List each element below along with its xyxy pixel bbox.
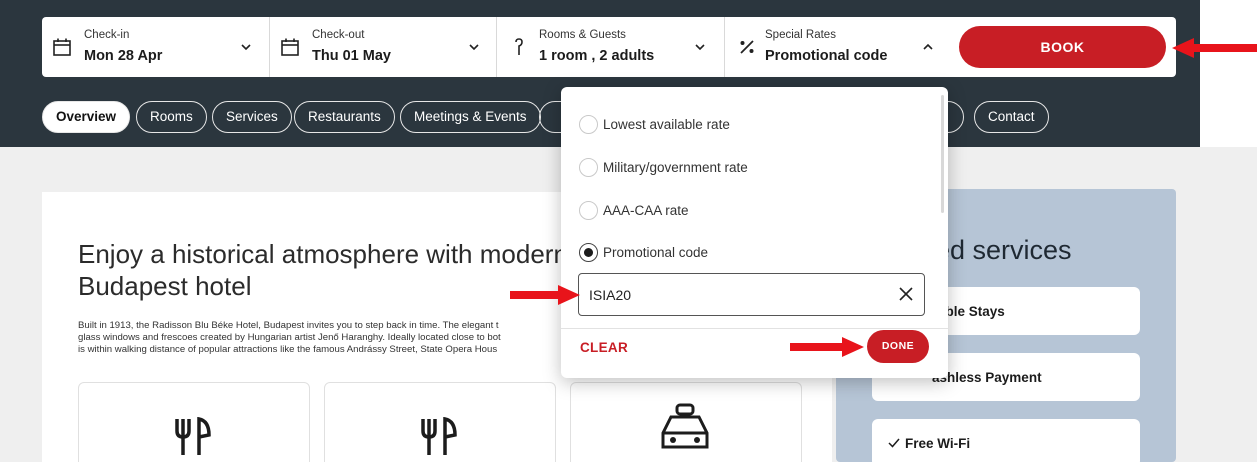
special-rates-dropdown: Lowest available rate Military/governmen… (561, 87, 948, 378)
person-icon (515, 38, 523, 55)
radio-button[interactable] (579, 115, 598, 134)
tab-rooms[interactable]: Rooms (136, 101, 207, 133)
checkin-value: Mon 28 Apr (84, 48, 163, 64)
calendar-icon (281, 38, 299, 56)
chevron-down-icon (695, 44, 705, 51)
checkout-label: Check-out (312, 29, 365, 41)
rooms-guests-value: 1 room , 2 adults (539, 48, 655, 64)
checkin-field[interactable]: Check-in Mon 28 Apr (42, 17, 270, 77)
tab-restaurants[interactable]: Restaurants (294, 101, 395, 133)
percent-icon (740, 40, 754, 54)
tab-meetings-events[interactable]: Meetings & Events (400, 101, 541, 133)
dropdown-scrollbar[interactable] (941, 95, 944, 213)
special-rates-value: Promotional code (765, 48, 888, 64)
restaurant-icon (421, 417, 457, 455)
restaurant-icon (175, 417, 211, 455)
radio-button[interactable] (579, 158, 598, 177)
rooms-guests-field[interactable]: Rooms & Guests 1 room , 2 adults (497, 17, 725, 77)
tab-overview[interactable]: Overview (42, 101, 131, 133)
special-rates-field[interactable]: Special Rates Promotional code (725, 17, 950, 77)
amenity-card-restaurant[interactable] (78, 382, 310, 462)
book-button[interactable]: BOOK (959, 26, 1166, 68)
panel-title: ed services (935, 235, 1072, 265)
taxi-icon (661, 403, 709, 449)
chevron-up-icon (923, 43, 933, 50)
service-label: able Stays (938, 304, 1005, 319)
special-rates-label: Special Rates (765, 29, 836, 41)
booking-bar: Check-in Mon 28 Apr Check-out Thu 01 May… (42, 17, 1176, 77)
radio-button[interactable] (579, 201, 598, 220)
checkout-field[interactable]: Check-out Thu 01 May (270, 17, 497, 77)
service-label: Free Wi-Fi (905, 436, 971, 451)
checkout-value: Thu 01 May (312, 48, 391, 64)
rate-option-label: Promotional code (603, 245, 709, 260)
clear-button[interactable]: CLEAR (580, 340, 628, 355)
service-item[interactable]: Free Wi-Fi (872, 419, 1140, 462)
rate-option-label: Lowest available rate (603, 117, 730, 132)
annotation-arrow-icon (510, 285, 580, 305)
divider (561, 328, 948, 329)
chevron-down-icon (241, 44, 251, 51)
rate-option-label: AAA-CAA rate (603, 203, 689, 218)
amenity-card-restaurant[interactable] (324, 382, 556, 462)
check-icon (888, 438, 900, 448)
annotation-arrow-icon (790, 337, 864, 357)
tab-contact[interactable]: Contact (974, 101, 1049, 133)
done-button[interactable]: DONE (867, 330, 929, 363)
close-icon[interactable] (897, 285, 915, 303)
tab-services[interactable]: Services (212, 101, 292, 133)
radio-button-selected[interactable] (579, 243, 598, 262)
annotation-arrow-icon (1172, 38, 1257, 58)
chevron-down-icon (469, 44, 479, 51)
service-label: ashless Payment (932, 370, 1042, 385)
checkin-label: Check-in (84, 29, 130, 41)
calendar-icon (53, 38, 71, 56)
promo-code-input[interactable] (578, 273, 925, 316)
amenity-card-taxi[interactable] (570, 382, 802, 462)
rate-option-label: Military/government rate (603, 160, 748, 175)
rooms-guests-label: Rooms & Guests (539, 29, 626, 41)
